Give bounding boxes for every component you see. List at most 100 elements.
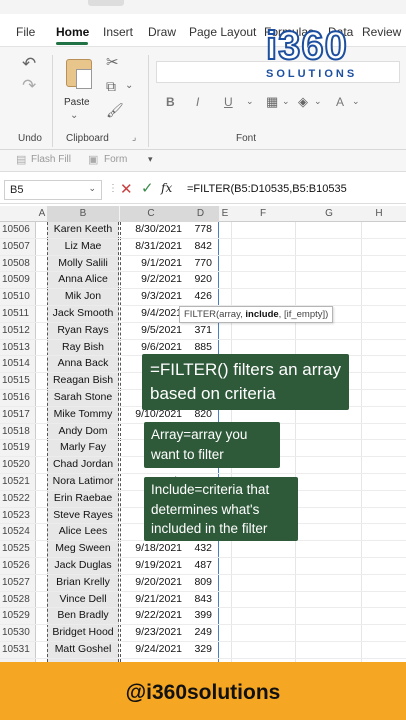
cell-date[interactable]: 9/21/2021 <box>122 593 182 605</box>
cell-name[interactable]: Andy Dom <box>48 425 118 437</box>
cell-name[interactable]: Ray Bish <box>48 341 118 353</box>
name-box[interactable]: B5 ⌄ <box>4 180 102 200</box>
cell-name[interactable]: Chad Jordan <box>48 458 118 470</box>
cell-name[interactable]: Alice Lees <box>48 525 118 537</box>
cell-value[interactable]: 487 <box>185 559 212 571</box>
column-header-g[interactable]: G <box>296 208 362 219</box>
bold-button[interactable]: B <box>166 95 175 109</box>
row-number[interactable]: 10528 <box>2 594 36 605</box>
cell-date[interactable]: 8/30/2021 <box>122 223 182 235</box>
cell-name[interactable]: Brian Krelly <box>48 576 118 588</box>
format-painter-icon[interactable]: 🖌 <box>106 103 124 117</box>
column-header-h[interactable]: H <box>362 208 396 219</box>
cell-date[interactable]: 9/23/2021 <box>122 626 182 638</box>
cell-value[interactable]: 371 <box>185 324 212 336</box>
underline-dropdown-icon[interactable]: ⌄ <box>246 97 254 106</box>
tab-page-layout[interactable]: Page Layout <box>189 25 256 39</box>
cell-name[interactable]: Matt Goshel <box>48 643 118 655</box>
row-number[interactable]: 10509 <box>2 274 36 285</box>
formula-input[interactable]: =FILTER(B5:D10535,B5:B10535 <box>187 183 347 195</box>
row-number[interactable]: 10526 <box>2 560 36 571</box>
row-number[interactable]: 10517 <box>2 409 36 420</box>
copy-dropdown-icon[interactable]: ⌄ <box>125 81 133 91</box>
cell-value[interactable]: 399 <box>185 609 212 621</box>
cell-name[interactable]: Erin Raebae <box>48 492 118 504</box>
cell-name[interactable]: Marly Fay <box>48 441 118 453</box>
cell-value[interactable]: 249 <box>185 626 212 638</box>
row-number[interactable]: 10525 <box>2 543 36 554</box>
underline-button[interactable]: U <box>224 95 233 109</box>
column-header-d[interactable]: D <box>182 208 219 219</box>
tab-file[interactable]: File <box>16 25 35 39</box>
row-number[interactable]: 10510 <box>2 291 36 302</box>
undo-icon[interactable]: ↶ <box>22 55 36 72</box>
cell-date[interactable]: 9/19/2021 <box>122 559 182 571</box>
tab-insert[interactable]: Insert <box>103 25 133 39</box>
cell-date[interactable]: 9/6/2021 <box>122 341 182 353</box>
row-number[interactable]: 10520 <box>2 459 36 470</box>
row-number[interactable]: 10523 <box>2 510 36 521</box>
paste-button[interactable]: Paste <box>64 97 90 108</box>
font-color-button[interactable]: A <box>336 95 344 109</box>
cell-date[interactable]: 8/31/2021 <box>122 240 182 252</box>
cell-name[interactable]: Anna Back <box>48 357 118 369</box>
row-number[interactable]: 10513 <box>2 342 36 353</box>
row-number[interactable]: 10530 <box>2 627 36 638</box>
column-header-c[interactable]: C <box>120 208 182 219</box>
column-header-e[interactable]: E <box>219 208 231 219</box>
cell-date[interactable]: 9/24/2021 <box>122 643 182 655</box>
cell-name[interactable]: Reagan Bish <box>48 374 118 386</box>
cell-value[interactable]: 920 <box>185 273 212 285</box>
name-box-dropdown-icon[interactable]: ⌄ <box>88 183 96 194</box>
quick-access-dropdown-icon[interactable]: ▾ <box>148 155 153 164</box>
cancel-icon[interactable]: ✕ <box>120 180 133 198</box>
fill-dropdown-icon[interactable]: ⌄ <box>314 97 322 106</box>
cell-value[interactable]: 842 <box>185 240 212 252</box>
row-number[interactable]: 10518 <box>2 426 36 437</box>
row-number[interactable]: 10516 <box>2 392 36 403</box>
redo-icon[interactable]: ↷ <box>22 77 36 94</box>
cell-value[interactable]: 885 <box>185 341 212 353</box>
cell-name[interactable]: Mike Tommy <box>48 408 118 420</box>
insert-function-button[interactable]: fx <box>161 181 172 195</box>
cell-name[interactable]: Meg Sween <box>48 542 118 554</box>
form-button[interactable]: Form <box>104 154 127 165</box>
cell-date[interactable]: 9/4/2021 <box>122 307 182 319</box>
cell-name[interactable]: Jack Duglas <box>48 559 118 571</box>
cell-date[interactable]: 9/20/2021 <box>122 576 182 588</box>
italic-button[interactable]: I <box>196 95 199 109</box>
cell-name[interactable]: Anna Alice <box>48 273 118 285</box>
cell-name[interactable]: Sarah Stone <box>48 391 118 403</box>
cell-name[interactable]: Molly Salili <box>48 257 118 269</box>
cell-date[interactable]: 9/1/2021 <box>122 257 182 269</box>
copy-icon[interactable]: ⧉ <box>106 79 116 93</box>
column-header-f[interactable]: F <box>232 208 294 219</box>
cell-value[interactable]: 770 <box>185 257 212 269</box>
cell-value[interactable]: 843 <box>185 593 212 605</box>
cell-name[interactable]: Bridget Hood <box>48 626 118 638</box>
column-header-b[interactable]: B <box>47 208 119 219</box>
enter-icon[interactable]: ✓ <box>141 179 154 197</box>
cell-name[interactable]: Vince Dell <box>48 593 118 605</box>
row-number[interactable]: 10522 <box>2 493 36 504</box>
row-number[interactable]: 10506 <box>2 224 36 235</box>
cell-name[interactable]: Mik Jon <box>48 290 118 302</box>
row-number[interactable]: 10515 <box>2 375 36 386</box>
cell-value[interactable]: 432 <box>185 542 212 554</box>
row-number[interactable]: 10519 <box>2 442 36 453</box>
clipboard-launcher-icon[interactable]: ⌟ <box>132 133 136 142</box>
cell-date[interactable]: 9/3/2021 <box>122 290 182 302</box>
cell-name[interactable]: Jack Smooth <box>48 307 118 319</box>
cell-value[interactable]: 809 <box>185 576 212 588</box>
cell-name[interactable]: Ben Bradly <box>48 609 118 621</box>
row-number[interactable]: 10511 <box>2 308 36 319</box>
cell-date[interactable]: 9/18/2021 <box>122 542 182 554</box>
borders-dropdown-icon[interactable]: ⌄ <box>282 97 290 106</box>
cell-name[interactable]: Karen Keeth <box>48 223 118 235</box>
cut-icon[interactable]: ✂ <box>106 55 119 70</box>
flash-fill-button[interactable]: Flash Fill <box>31 154 71 165</box>
fill-color-icon[interactable]: ◈ <box>298 95 308 108</box>
cell-date[interactable]: 9/5/2021 <box>122 324 182 336</box>
cell-date[interactable]: 9/2/2021 <box>122 273 182 285</box>
row-number[interactable]: 10527 <box>2 577 36 588</box>
